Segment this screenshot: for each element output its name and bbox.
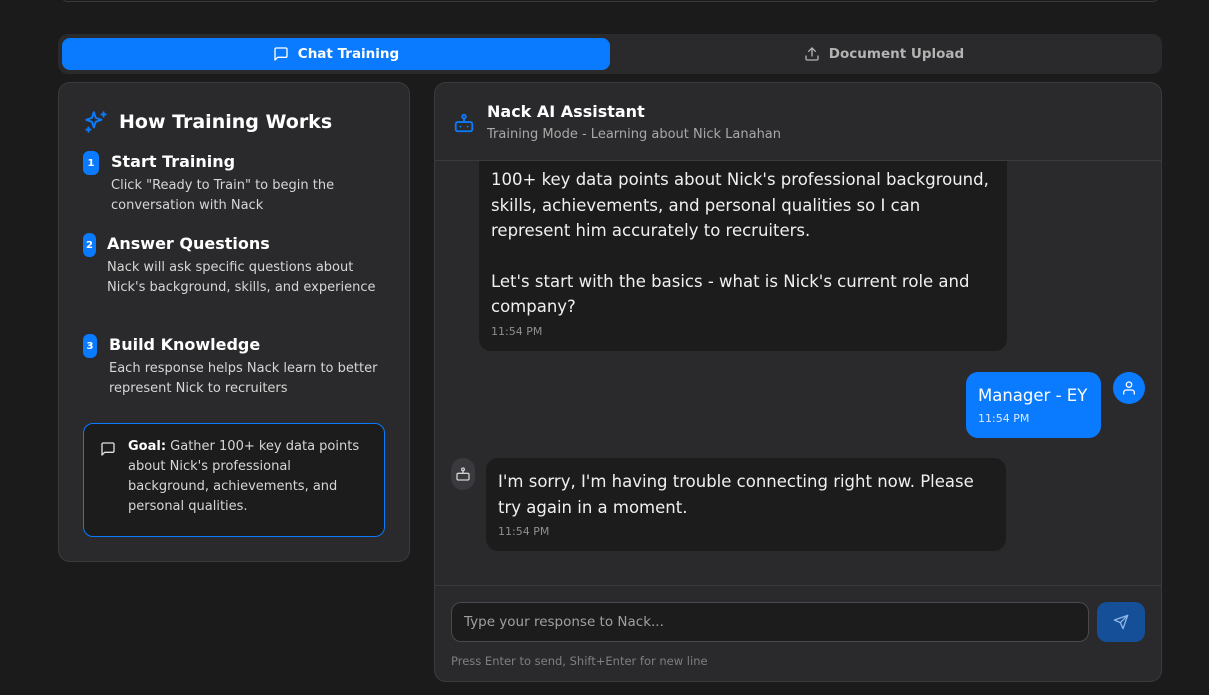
step-title: Start Training	[111, 152, 236, 171]
goal-box: Goal: Gather 100+ key data points about …	[83, 423, 385, 537]
chat-response-input[interactable]	[451, 602, 1089, 642]
input-hint: Press Enter to send, Shift+Enter for new…	[451, 654, 708, 668]
user-avatar	[1113, 372, 1145, 404]
step-number: 2	[83, 233, 96, 257]
message-text: I'm sorry, I'm having trouble connecting…	[498, 472, 974, 517]
step-number: 3	[83, 334, 97, 358]
user-message: Manager - EY 11:54 PM	[966, 372, 1101, 438]
assistant-name: Nack AI Assistant	[487, 102, 645, 121]
sparkles-icon	[85, 111, 107, 133]
message-square-icon	[101, 442, 115, 456]
message-text: 100+ key data points about Nick's profes…	[491, 170, 989, 240]
message-text: Let's start with the basics - what is Ni…	[491, 271, 970, 317]
assistant-message: 100+ key data points about Nick's profes…	[479, 161, 1007, 351]
training-info-heading: How Training Works	[83, 109, 332, 135]
step-title: Answer Questions	[107, 234, 270, 253]
message-timestamp: 11:54 PM	[978, 411, 1030, 425]
message-square-icon	[274, 47, 288, 61]
chat-header: Nack AI Assistant Training Mode - Learni…	[435, 83, 1161, 161]
goal-label: Goal:	[128, 439, 167, 454]
message-list[interactable]: 100+ key data points about Nick's profes…	[435, 161, 1161, 585]
mode-tabs: Chat Training Document Upload	[58, 34, 1162, 74]
assistant-message: I'm sorry, I'm having trouble connecting…	[486, 458, 1006, 551]
top-panel-edge	[62, 0, 1158, 2]
assistant-mode: Training Mode - Learning about Nick Lana…	[487, 127, 782, 142]
training-info-title: How Training Works	[119, 111, 333, 133]
step-description: Each response helps Nack learn to better…	[109, 361, 378, 396]
send-icon	[1113, 614, 1129, 630]
user-icon	[1123, 381, 1135, 395]
step-title: Build Knowledge	[109, 335, 261, 354]
step-description: Nack will ask specific questions about N…	[107, 260, 376, 295]
tab-chat-training[interactable]: Chat Training	[62, 38, 610, 70]
tab-document-upload-label: Document Upload	[828, 46, 965, 62]
assistant-avatar	[451, 458, 475, 490]
training-info-card: How Training Works 1 Start Training Clic…	[58, 82, 410, 562]
tab-document-upload[interactable]: Document Upload	[610, 38, 1158, 70]
step-number: 1	[83, 151, 99, 175]
message-text: Manager - EY	[978, 386, 1088, 405]
chat-panel: Nack AI Assistant Training Mode - Learni…	[434, 82, 1162, 682]
bot-icon	[454, 113, 474, 133]
message-composer: Press Enter to send, Shift+Enter for new…	[435, 585, 1161, 681]
message-timestamp: 11:54 PM	[491, 324, 543, 338]
tab-chat-training-label: Chat Training	[297, 46, 400, 62]
goal-text: Goal: Gather 100+ key data points about …	[128, 437, 374, 517]
upload-icon	[805, 47, 819, 61]
message-timestamp: 11:54 PM	[498, 525, 550, 538]
bot-icon	[456, 467, 470, 481]
send-button[interactable]	[1097, 602, 1145, 642]
step-description: Click "Ready to Train" to begin the conv…	[111, 178, 335, 213]
